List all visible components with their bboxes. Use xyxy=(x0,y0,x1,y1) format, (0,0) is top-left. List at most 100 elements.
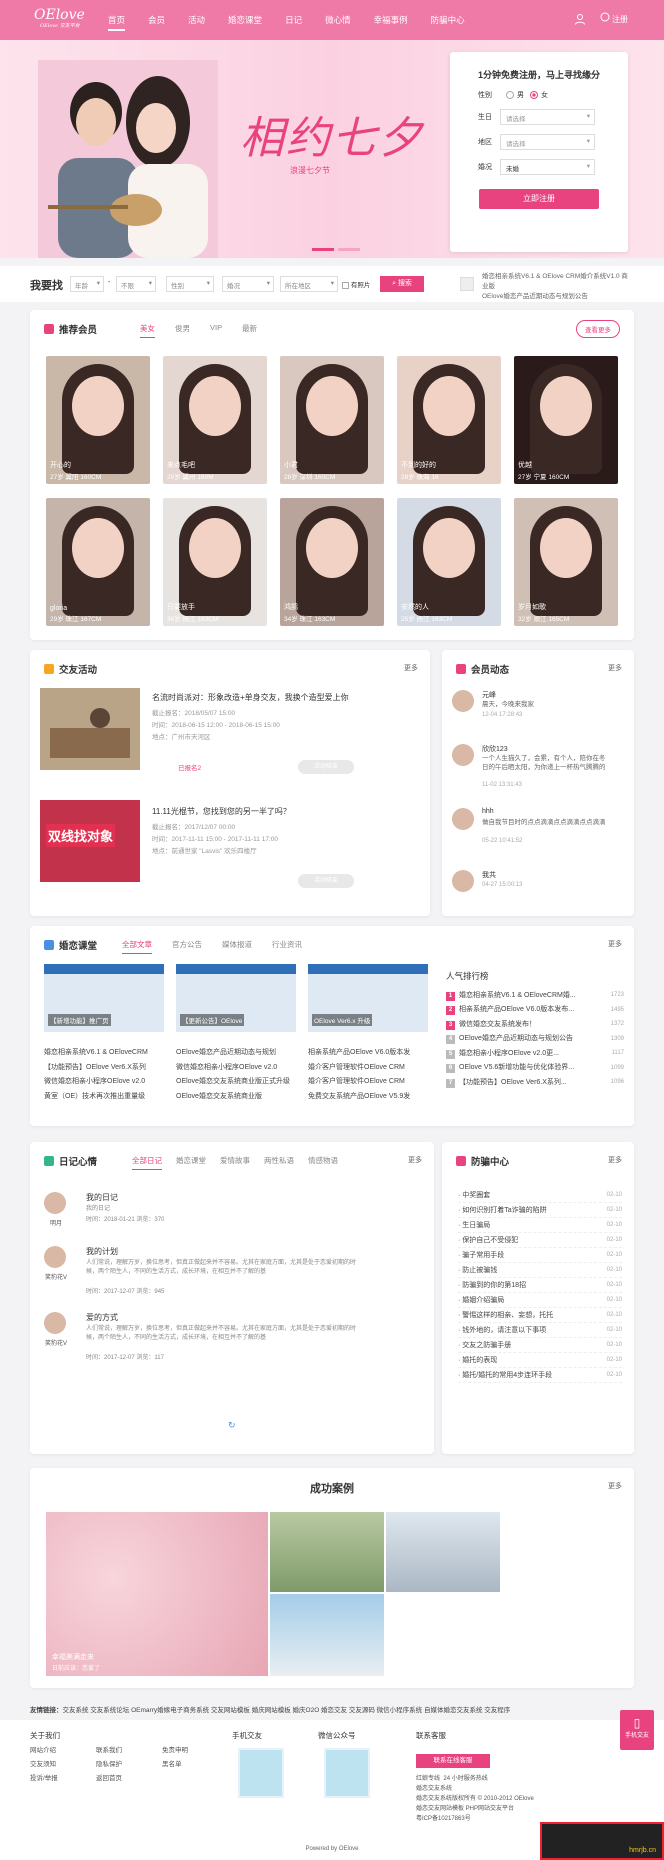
nav-activities[interactable]: 活动 xyxy=(188,0,205,40)
footer-link[interactable]: 黑名单 xyxy=(162,1758,188,1772)
tab-diary-school[interactable]: 婚恋课堂 xyxy=(176,1155,206,1170)
member-card[interactable]: 岁月如歌 32岁 顺江 165CM xyxy=(514,498,618,626)
activity-image[interactable] xyxy=(40,688,140,770)
tab-latest[interactable]: 最新 xyxy=(242,323,257,338)
fraud-item[interactable]: · 如何识别打着Ta诈骗的陷阱 02-10 xyxy=(458,1203,622,1218)
rank-item[interactable]: 6 OElove V5.6新增功能与优化体验界... 1099 xyxy=(446,1061,624,1076)
article-link[interactable]: 婚介客户管理软件OElove CRM xyxy=(308,1075,410,1090)
footer-link[interactable]: 网站介绍 xyxy=(30,1744,58,1758)
nav-home[interactable]: 首页 xyxy=(108,0,126,40)
online-service-button[interactable]: 联系在线客服 xyxy=(416,1754,490,1768)
article-link[interactable]: 【功能预告】OElove Ver6.X系列 xyxy=(44,1061,148,1076)
article-thumb[interactable]: OElove Ver6.x 升级 xyxy=(308,964,428,1032)
tab-female[interactable]: 美女 xyxy=(140,323,155,338)
member-card[interactable]: 优越 27岁 宁夏 160CM xyxy=(514,356,618,484)
rank-item[interactable]: 2 相亲系统产品OElove V6.0版本发布... 1495 xyxy=(446,1003,624,1018)
area-select[interactable]: 请选择 xyxy=(500,134,595,150)
school-more-link[interactable]: 更多 xyxy=(608,939,622,949)
fraud-item[interactable]: · 婚托的表现 02-10 xyxy=(458,1353,622,1368)
member-card[interactable]: 不到的好的 28岁 珠海 16 xyxy=(397,356,501,484)
nav-mood[interactable]: 微心情 xyxy=(325,0,351,40)
footer-link[interactable]: 隐私保护 xyxy=(96,1758,122,1772)
tab-emotion[interactable]: 情感物语 xyxy=(308,1155,338,1170)
marriage-filter-select[interactable]: 婚况 xyxy=(222,276,274,292)
gender-select[interactable]: 性别 xyxy=(166,276,214,292)
tab-all-diary[interactable]: 全部日记 xyxy=(132,1155,162,1170)
member-card[interactable]: 鸿鹄 34岁 珠江 163CM xyxy=(280,498,384,626)
tab-male[interactable]: 俊男 xyxy=(175,323,190,338)
tab-industry[interactable]: 行业资讯 xyxy=(272,939,302,954)
nav-members[interactable]: 会员 xyxy=(148,0,165,40)
register-submit-button[interactable]: 立即注册 xyxy=(479,189,599,209)
friend-link-list[interactable]: 交友系统 交友系统论坛 OEmarry婚嫁电子商务系统 交友网站模板 婚庆网站模… xyxy=(63,1707,511,1714)
rank-item[interactable]: 1 婚恋相亲系统V6.1 & OEloveCRM婚... 1723 xyxy=(446,988,624,1003)
activity-ended-button[interactable]: 活动结束 xyxy=(298,874,354,888)
footer-link[interactable]: 免责申明 xyxy=(162,1744,188,1758)
article-link[interactable]: 免费交友系统产品OElove V5.9发 xyxy=(308,1090,410,1105)
article-link[interactable]: OElove婚恋交友系统商业版正式升级 xyxy=(176,1075,290,1090)
activities-more-link[interactable]: 更多 xyxy=(404,663,418,673)
rank-item[interactable]: 7 【功能预告】OElove Ver6.X系列... 1096 xyxy=(446,1075,624,1090)
mobile-side-button[interactable]: ▯ 手机交友 xyxy=(620,1710,654,1750)
fraud-item[interactable]: · 婚姻介绍骗局 02-10 xyxy=(458,1293,622,1308)
fraud-item[interactable]: · 中奖圈套 02-10 xyxy=(458,1188,622,1203)
fraud-more-link[interactable]: 更多 xyxy=(608,1155,622,1165)
fraud-item[interactable]: · 警惕这样的相亲、妄想，托托 02-10 xyxy=(458,1308,622,1323)
activity-ended-button[interactable]: 活动结束 xyxy=(298,760,354,774)
article-link[interactable]: 微信婚恋相亲小程序OElove v2.0 xyxy=(44,1075,148,1090)
nav-fraud[interactable]: 防骗中心 xyxy=(431,0,465,40)
register-link[interactable]: 注册 xyxy=(600,12,628,25)
article-link[interactable]: 婚恋相亲系统V6.1 & OEloveCRM xyxy=(44,1046,148,1061)
rank-item[interactable]: 3 微信婚恋交友系统发布！ 1372 xyxy=(446,1017,624,1032)
nav-success[interactable]: 幸福事例 xyxy=(374,0,408,40)
activity-title[interactable]: 名流时尚派对：形象改造+单身交友，我换个造型爱上你 xyxy=(152,692,349,703)
member-card[interactable]: 安然的人 25岁 扬江 163CM xyxy=(397,498,501,626)
fraud-item[interactable]: · 交友之防骗手册 02-10 xyxy=(458,1338,622,1353)
nav-diary[interactable]: 日记 xyxy=(285,0,302,40)
footer-link[interactable]: 返回首页 xyxy=(96,1772,122,1786)
footer-link[interactable]: 联系我们 xyxy=(96,1744,122,1758)
success-more-link[interactable]: 更多 xyxy=(608,1481,622,1491)
article-thumb[interactable]: 【更新公告】OElove xyxy=(176,964,296,1032)
activity-image[interactable]: 双线找对象 xyxy=(40,800,140,882)
slider-dot[interactable] xyxy=(312,248,334,251)
footer-link[interactable]: 投诉/举报 xyxy=(30,1772,58,1786)
search-button[interactable]: ⌕ 搜索 xyxy=(380,276,424,292)
member-card[interactable]: 开心的 27岁 翼阳 160CM xyxy=(46,356,150,484)
announcement-item[interactable]: 婚恋相亲系统V6.1 & OElove CRM婚介系统V1.0 商业版 xyxy=(482,272,632,292)
success-photo[interactable] xyxy=(270,1512,384,1592)
article-link[interactable]: OElove婚恋交友系统商业版 xyxy=(176,1090,290,1105)
success-photo[interactable] xyxy=(270,1594,384,1676)
user-icon[interactable] xyxy=(574,13,586,25)
article-link[interactable]: OElove婚恋产品近期动态与规划 xyxy=(176,1046,290,1061)
tab-love-story[interactable]: 爱情故事 xyxy=(220,1155,250,1170)
male-radio[interactable] xyxy=(506,91,514,99)
fraud-item[interactable]: · 防止被骗钱 02-10 xyxy=(458,1263,622,1278)
article-link[interactable]: 相亲系统产品OElove V6.0版本发 xyxy=(308,1046,410,1061)
logo[interactable]: OElove OElove 交友平台 xyxy=(34,8,94,34)
member-card[interactable]: 小君 28岁 深圳 160CM xyxy=(280,356,384,484)
diary-more-link[interactable]: 更多 xyxy=(408,1155,422,1165)
birth-select[interactable]: 请选择 xyxy=(500,109,595,125)
announcement-item[interactable]: OElove婚恋产品近期动态与规划公告 xyxy=(482,292,632,302)
area-filter-select[interactable]: 所在地区 xyxy=(280,276,338,292)
tab-official[interactable]: 官方公告 xyxy=(172,939,202,954)
nav-school[interactable]: 婚恋课堂 xyxy=(228,0,262,40)
rank-item[interactable]: 5 婚恋相亲小程序OElove v2.0更... 1117 xyxy=(446,1046,624,1061)
has-photo-checkbox[interactable]: 有照片 xyxy=(342,279,370,289)
article-thumb[interactable]: 【新增功能】推广页 xyxy=(44,964,164,1032)
view-more-button[interactable]: 查看更多 xyxy=(576,320,620,338)
fraud-item[interactable]: · 婚托/婚托的常用4步连环手段 02-10 xyxy=(458,1368,622,1383)
fraud-item[interactable]: · 防骗到的你的第18招 02-10 xyxy=(458,1278,622,1293)
tab-all-articles[interactable]: 全部文章 xyxy=(122,939,152,954)
rank-item[interactable]: 4 OElove婚恋产品近期动态与规划公告 1309 xyxy=(446,1032,624,1047)
tab-private[interactable]: 两性私语 xyxy=(264,1155,294,1170)
member-card[interactable]: gloria 29岁 珠江 167CM xyxy=(46,498,150,626)
fraud-item[interactable]: · 钱外地的，请注意以下事项 02-10 xyxy=(458,1323,622,1338)
age-to-select[interactable]: 不限 xyxy=(116,276,156,292)
slider-dot[interactable] xyxy=(338,248,360,251)
member-card[interactable]: 来点毛吧 28岁 翼州 160M xyxy=(163,356,267,484)
dynamics-more-link[interactable]: 更多 xyxy=(608,663,622,673)
activity-title[interactable]: 11.11光棍节，您找到您的另一半了吗？ xyxy=(152,806,291,817)
tab-media[interactable]: 媒体报道 xyxy=(222,939,252,954)
